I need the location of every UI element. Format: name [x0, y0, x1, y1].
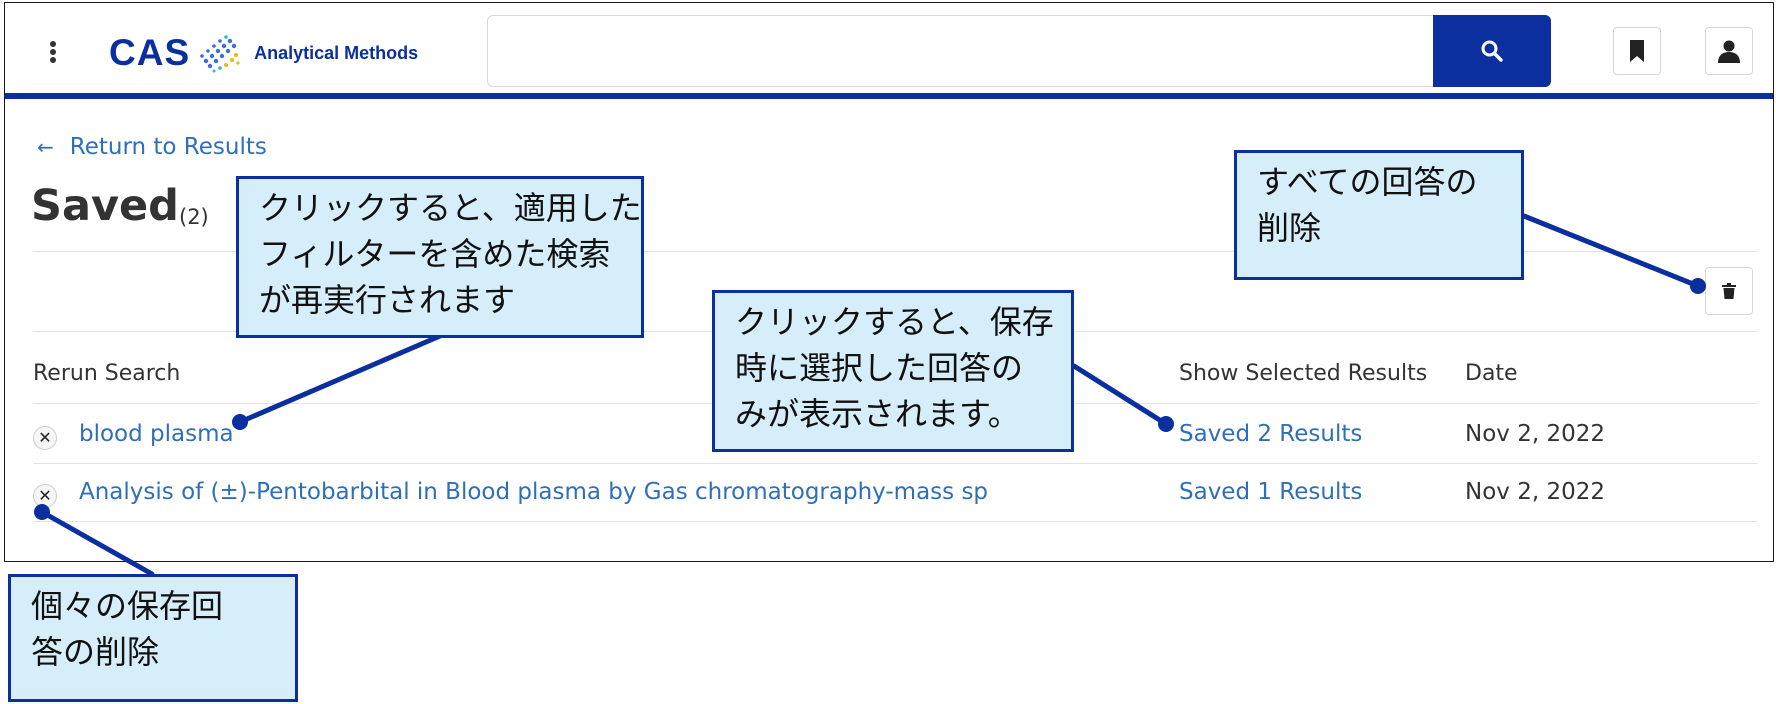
column-header-rerun: Rerun Search	[33, 361, 181, 386]
delete-all-button[interactable]	[1705, 267, 1753, 315]
return-to-results-link[interactable]: ← Return to Results	[37, 134, 267, 160]
cas-logo-mark-icon	[200, 35, 240, 73]
arrow-left-icon: ←	[37, 135, 54, 159]
remove-saved-button[interactable]: ✕	[33, 484, 57, 508]
saved-date: Nov 2, 2022	[1465, 479, 1605, 505]
callout-show-selected: クリックすると、保存 時に選択した回答の みが表示されます。	[712, 290, 1074, 452]
bookmark-button[interactable]	[1613, 27, 1661, 75]
trash-icon	[1722, 283, 1736, 299]
close-icon: ✕	[38, 486, 52, 505]
user-button[interactable]	[1705, 27, 1753, 75]
return-label: Return to Results	[69, 134, 267, 160]
divider	[33, 521, 1757, 522]
rerun-search-link[interactable]: Analysis of (±)-Pentobarbital in Blood p…	[79, 479, 988, 505]
saved-results-link[interactable]: Saved 2 Results	[1179, 421, 1362, 447]
saved-count: (2)	[179, 205, 209, 229]
saved-date: Nov 2, 2022	[1465, 421, 1605, 447]
logo[interactable]: CAS Analytical Methods	[109, 31, 418, 75]
logo-subtitle: Analytical Methods	[254, 42, 419, 63]
column-header-selected: Show Selected Results	[1179, 361, 1428, 386]
rerun-search-link[interactable]: blood plasma	[79, 421, 234, 447]
logo-text: CAS	[109, 32, 191, 73]
top-bar: CAS Analytical Methods	[5, 3, 1773, 99]
callout-rerun-search: クリックすると、適用した フィルターを含めた検索 が再実行されます	[236, 176, 644, 338]
page-title: Saved	[31, 181, 179, 231]
callout-delete-all: すべての回答の 削除	[1234, 150, 1524, 280]
search-icon	[1481, 40, 1503, 62]
callout-delete-one: 個々の保存回 答の削除	[8, 574, 298, 702]
close-icon: ✕	[38, 428, 52, 447]
column-header-date: Date	[1465, 361, 1518, 386]
user-icon	[1718, 40, 1740, 63]
saved-results-link[interactable]: Saved 1 Results	[1179, 479, 1362, 505]
divider	[33, 463, 1757, 464]
kebab-menu-icon[interactable]	[43, 35, 63, 69]
search-input[interactable]	[487, 15, 1433, 87]
search-button[interactable]	[1433, 15, 1551, 87]
remove-saved-button[interactable]: ✕	[33, 426, 57, 450]
bookmark-icon	[1630, 40, 1644, 62]
